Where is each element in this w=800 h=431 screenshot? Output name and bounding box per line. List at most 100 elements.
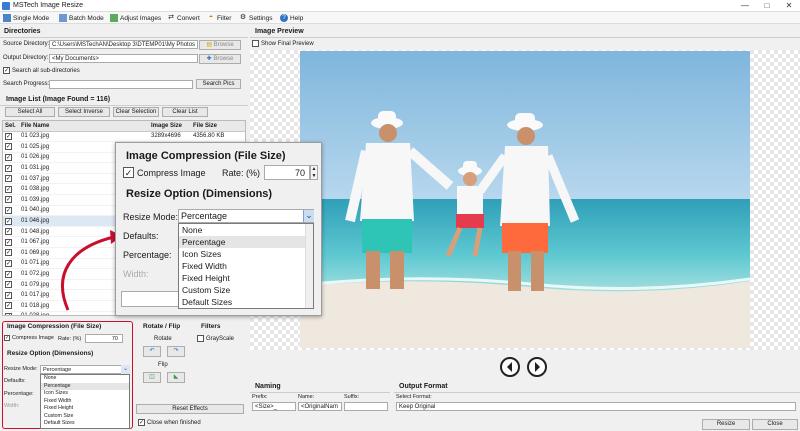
menu-adjust-images[interactable]: Adjust Images [110,13,161,23]
clear-selection-button[interactable]: Clear Selection [113,107,159,117]
dropdown-option[interactable]: Default Sizes [41,420,129,428]
output-directory-field[interactable]: <My Documents> [49,54,198,63]
dropdown-option[interactable]: None [179,224,313,236]
dropdown-option[interactable]: None [41,375,129,383]
menu-batch-mode[interactable]: Batch Mode [59,13,104,23]
menu-single-mode[interactable]: Single Mode [3,13,49,23]
dropdown-option[interactable]: Custom Size [41,413,129,421]
chevron-right-icon [535,362,540,372]
close-window-button[interactable]: ✕ [778,0,800,11]
row-checkbox[interactable]: ✓ [3,131,19,143]
dropdown-option[interactable]: Fixed Width [179,260,313,272]
row-checkbox[interactable]: ✓ [3,183,19,196]
rate-spinner[interactable]: ▲ ▼ [310,165,318,180]
title-bar: MSTech Image Resize — □ ✕ [0,0,800,12]
compression-heading-zoom: Image Compression (File Size) [126,150,286,162]
row-checkbox[interactable]: ✓ [3,226,19,238]
checkbox-empty-icon [197,335,204,342]
column-header-image-size[interactable]: Image Size [149,121,191,132]
row-checkbox[interactable]: ✓ [3,152,19,164]
next-image-button[interactable] [527,357,547,377]
defaults-label-zoom: Defaults: [123,231,159,241]
row-checkbox[interactable]: ✓ [3,162,19,174]
row-checkbox[interactable]: ✓ [3,236,19,249]
row-checkbox[interactable]: ✓ [3,215,19,227]
resize-mode-select-zoom[interactable]: Percentage [178,209,314,223]
batch-mode-icon [59,14,67,22]
row-checkbox[interactable]: ✓ [3,173,19,185]
column-header-sel[interactable]: Sel. [3,121,19,132]
browse-source-button[interactable]: ▤ Browse [199,40,241,50]
search-subdirectories-checkbox[interactable]: ✓ Search all sub-directories [3,67,80,74]
compress-image-checkbox-small[interactable]: ✓ Compress Image [4,335,54,341]
beach-family-photo [300,51,750,348]
close-when-finished-checkbox[interactable]: ✓ Close when finished [138,419,201,426]
table-row[interactable]: ✓ 01 023.jpg 3289x4696 4356.80 KB [3,131,245,143]
column-header-file-size[interactable]: File Size [191,121,245,132]
divider [0,105,248,106]
column-header-file-name[interactable]: File Name [19,121,149,132]
source-directory-field[interactable]: C:\Users\MSTechAN\Desktop 3\DTEMP01\My P… [49,40,198,49]
flip-horizontal-button[interactable]: ◫ [143,372,161,383]
compress-image-checkbox-zoom[interactable]: ✓ Compress Image [123,167,206,178]
select-inverse-button[interactable]: Select Inverse [58,107,110,117]
row-checkbox[interactable]: ✓ [3,289,19,301]
dropdown-option[interactable]: Custom Size [179,284,313,296]
clear-list-button[interactable]: Clear List [162,107,208,117]
dropdown-option[interactable]: Icon Sizes [41,390,129,398]
suffix-select[interactable] [344,402,388,411]
dropdown-option[interactable]: Default Sizes [179,296,313,308]
previous-image-button[interactable] [500,357,520,377]
percentage-label-small: Percentage: [4,391,34,397]
resize-mode-dropdown-zoom[interactable]: None Percentage Icon Sizes Fixed Width Fixed… [178,223,314,309]
menu-filter[interactable]: ◓ Filter [207,13,232,23]
close-button[interactable]: Close [752,419,798,430]
minimize-button[interactable]: — [734,0,756,11]
dropdown-option[interactable]: Icon Sizes [179,248,313,260]
rotate-right-button[interactable]: ↷ [167,346,185,357]
prefix-select[interactable]: <Size>_ [252,402,296,411]
rate-field-small[interactable]: 70 [85,334,123,343]
grayscale-checkbox[interactable]: GrayScale [197,335,234,342]
row-checkbox[interactable]: ✓ [3,194,19,206]
resize-mode-select-small[interactable]: Percentage [40,365,130,374]
name-label: Name: [298,394,315,400]
dropdown-option[interactable]: Percentage [179,236,313,248]
resize-mode-dropdown-small[interactable]: None Percentage Icon Sizes Fixed Width Fixed… [40,374,130,429]
row-checkbox[interactable]: ✓ [3,258,19,270]
row-checkbox[interactable]: ✓ [3,300,19,312]
rate-field-zoom[interactable]: 70 [264,165,310,180]
flip-label: Flip [158,362,168,368]
resize-button[interactable]: Resize [702,419,750,430]
menu-help[interactable]: ? Help [280,13,303,23]
dropdown-option[interactable]: Fixed Width [41,398,129,406]
chevron-down-icon[interactable]: ⌄ [121,365,130,374]
select-all-button[interactable]: Select All [5,107,55,117]
menu-convert[interactable]: ⇄ Convert [167,13,200,23]
dropdown-option[interactable]: Fixed Height [41,405,129,413]
rotate-left-button[interactable]: ↶ [143,346,161,357]
flip-vertical-button[interactable]: ◣ [167,372,185,383]
maximize-button[interactable]: □ [756,0,778,11]
dropdown-scrollbar[interactable] [305,224,313,308]
row-checkbox[interactable]: ✓ [3,247,19,259]
row-checkbox[interactable]: ✓ [3,268,19,280]
search-pics-button[interactable]: Search Pics [196,79,241,89]
chevron-down-icon[interactable]: ⌄ [303,210,314,222]
menu-settings[interactable]: ⚙ Settings [239,13,273,23]
name-select[interactable]: <OriginalNam [298,402,342,411]
resize-heading-zoom: Resize Option (Dimensions) [126,188,273,200]
row-checkbox[interactable]: ✓ [3,279,19,291]
file-name-cell: 01 023.jpg [19,131,149,143]
dropdown-option[interactable]: Percentage [41,382,129,390]
output-format-heading: Output Format [399,383,448,390]
browse-output-button[interactable]: ✚ Browse [199,54,241,64]
output-format-select[interactable]: Keep Original [396,402,796,411]
show-final-preview-checkbox[interactable]: Show Final Preview [252,40,314,47]
checkbox-checked-icon: ✓ [5,206,12,214]
row-checkbox[interactable]: ✓ [3,311,19,315]
dropdown-option[interactable]: Fixed Height [179,272,313,284]
reset-effects-button[interactable]: Reset Effects [136,404,244,414]
row-checkbox[interactable]: ✓ [3,205,19,217]
row-checkbox[interactable]: ✓ [3,141,19,153]
